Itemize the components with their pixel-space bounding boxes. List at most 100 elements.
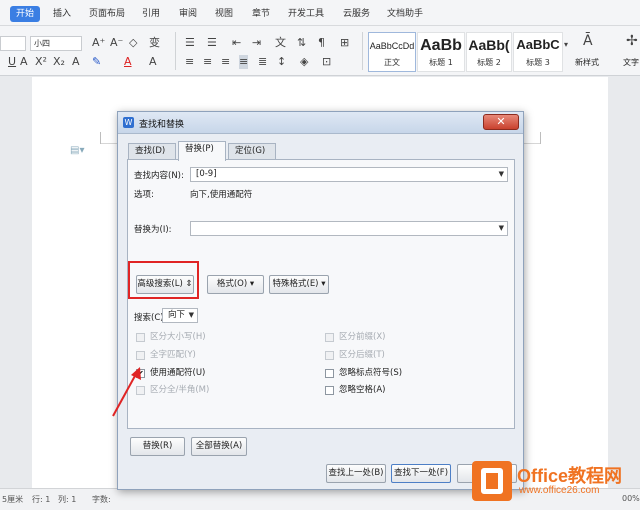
style-name: 正文 [384,58,400,67]
style-sample: AaBb( [468,37,510,53]
watermark-url: www.office26.com [519,485,600,496]
line-spacing-icon[interactable]: ↕ [277,55,286,69]
checkbox-label: 区分全/半角(M) [150,385,210,395]
style-heading-1[interactable]: AaBb 标题 1 [417,32,465,72]
menu-tab-review[interactable]: 审阅 [179,6,197,22]
menu-tab-insert[interactable]: 插入 [53,6,71,22]
char-border-icon[interactable]: A [149,55,157,69]
replace-input[interactable]: ▼ [190,221,508,236]
font-color-icon[interactable]: A [124,55,132,69]
pinyin-icon[interactable]: 变 [149,36,160,50]
text-effect-icon[interactable]: A [72,55,80,69]
format-button[interactable]: 格式(O) ▾ [207,275,264,294]
menu-tab-view[interactable]: 视图 [215,6,233,22]
advanced-search-button[interactable]: 高级搜索(L) ⇕ [136,275,194,294]
search-direction-label: 搜索(C) [134,313,164,323]
tab-goto[interactable]: 定位(G) [228,143,276,160]
checkbox-box[interactable] [136,351,145,360]
menu-tab-chapter[interactable]: 章节 [252,6,270,22]
style-heading-2[interactable]: AaBb( 标题 2 [466,32,512,72]
checkbox-full-half-width[interactable]: 区分全/半角(M) [136,385,286,397]
checkbox-box[interactable] [136,333,145,342]
chevron-down-icon[interactable]: ▼ [189,309,194,322]
shading-icon[interactable]: ◈ [300,55,308,69]
menu-tab-start[interactable]: 开始 [10,6,41,22]
tab-replace[interactable]: 替换(P) [178,141,226,161]
dialog-titlebar[interactable]: W 查找和替换 ✕ [118,112,523,134]
close-icon[interactable]: ✕ [483,114,519,130]
bullet-list-icon[interactable]: ☰ [185,36,195,50]
special-format-button[interactable]: 特殊格式(E) ▾ [269,275,329,294]
checkbox-label: 使用通配符(U) [150,368,206,378]
checkbox-box[interactable] [325,369,334,378]
grow-font-icon[interactable]: A⁺ [92,36,105,50]
checkbox-box[interactable] [325,386,334,395]
checkbox-use-wildcards[interactable]: ✔ 使用通配符(U) [136,368,286,380]
find-previous-button[interactable]: 查找上一处(B) [326,464,386,483]
chinese-layout-icon[interactable]: 文 [275,36,286,50]
ribbon-menubar: 开始 插入 页面布局 引用 审阅 视图 章节 开发工具 云服务 文档助手 [0,0,640,26]
distribute-icon[interactable]: ≣ [258,55,267,69]
sort-icon[interactable]: ⇅ [297,36,306,50]
borders-icon[interactable]: ⊡ [322,55,331,69]
show-marks-icon[interactable]: ¶ [318,36,325,50]
style-sample: AaBbCcDd [369,41,415,51]
search-direction-value: 向下 [168,310,186,320]
checkbox-ignore-spaces[interactable]: 忽略空格(A) [325,385,475,397]
checkbox-whole-word[interactable]: 全字匹配(Y) [136,350,286,362]
indent-icon[interactable]: ⇥ [252,36,261,50]
status-unit: 5厘米 [2,495,24,504]
numbered-list-icon[interactable]: ☰ [207,36,217,50]
status-words[interactable]: 字数: [92,494,111,505]
justify-icon[interactable]: ≡ [239,55,249,69]
superscript-icon[interactable]: X² [35,55,47,69]
chevron-down-icon[interactable]: ▼ [499,222,504,235]
style-heading-3[interactable]: AaBbC 标题 3 [513,32,563,72]
checkbox-match-prefix[interactable]: 区分前缀(X) [325,332,475,344]
subscript-icon[interactable]: X₂ [53,55,65,69]
new-style-label[interactable]: 新样式 [575,57,599,68]
checkbox-box[interactable] [325,351,334,360]
replace-button[interactable]: 替换(R) [130,437,185,456]
checkbox-label: 忽略空格(A) [339,385,386,395]
menu-tab-cloud[interactable]: 云服务 [343,6,370,22]
checkbox-match-case[interactable]: 区分大小写(H) [136,332,286,344]
checkbox-box[interactable] [325,333,334,342]
find-next-button[interactable]: 查找下一处(F) [391,464,451,483]
align-left-icon[interactable]: ≡ [185,55,194,69]
checkbox-ignore-punctuation[interactable]: 忽略标点符号(S) [325,368,475,380]
style-sample: AaBbC [516,37,560,52]
style-normal[interactable]: AaBbCcDd 正文 [368,32,416,72]
menu-tab-developer[interactable]: 开发工具 [288,6,324,22]
outdent-icon[interactable]: ⇤ [232,36,241,50]
table-border-icon[interactable]: ⊞ [340,36,349,50]
align-center-icon[interactable]: ≡ [203,55,212,69]
status-zoom[interactable]: 00% [622,494,640,503]
shrink-font-icon[interactable]: A⁻ [110,36,123,50]
checkbox-match-suffix[interactable]: 区分后缀(T) [325,350,475,362]
find-input[interactable]: [0-9] ▼ [190,167,508,182]
find-label: 查找内容(N): [134,171,184,181]
align-right-icon[interactable]: ≡ [221,55,230,69]
search-direction-select[interactable]: 向下 ▼ [162,308,198,323]
font-size-select[interactable]: 小四 [30,36,82,51]
status-col: 列: 1 [58,495,77,504]
font-name-select[interactable] [0,36,26,51]
underline-icon[interactable]: U [8,55,16,69]
menu-tab-page-layout[interactable]: 页面布局 [89,6,125,22]
text-tool-label[interactable]: 文字 [623,57,639,68]
new-style-icon[interactable]: Ā [583,34,593,48]
clear-format-icon[interactable]: ◇ [129,36,137,50]
dialog-title: 查找和替换 [139,120,185,130]
menu-tab-references[interactable]: 引用 [142,6,160,22]
strikethrough-icon[interactable]: A [20,55,28,69]
highlight-icon[interactable]: ✎ [92,55,101,69]
find-replace-dialog: W 查找和替换 ✕ 查找(D) 替换(P) 定位(G) 查找内容(N): [0-… [117,111,524,490]
tab-find[interactable]: 查找(D) [128,143,176,160]
style-more-icon[interactable]: ▾ [564,38,568,52]
menu-tab-doc-assistant[interactable]: 文档助手 [387,6,423,22]
chevron-down-icon[interactable]: ▼ [499,168,504,181]
replace-all-button[interactable]: 全部替换(A) [191,437,247,456]
text-tool-icon[interactable]: ✢ [626,34,638,48]
find-value: [0-9] [196,169,217,179]
